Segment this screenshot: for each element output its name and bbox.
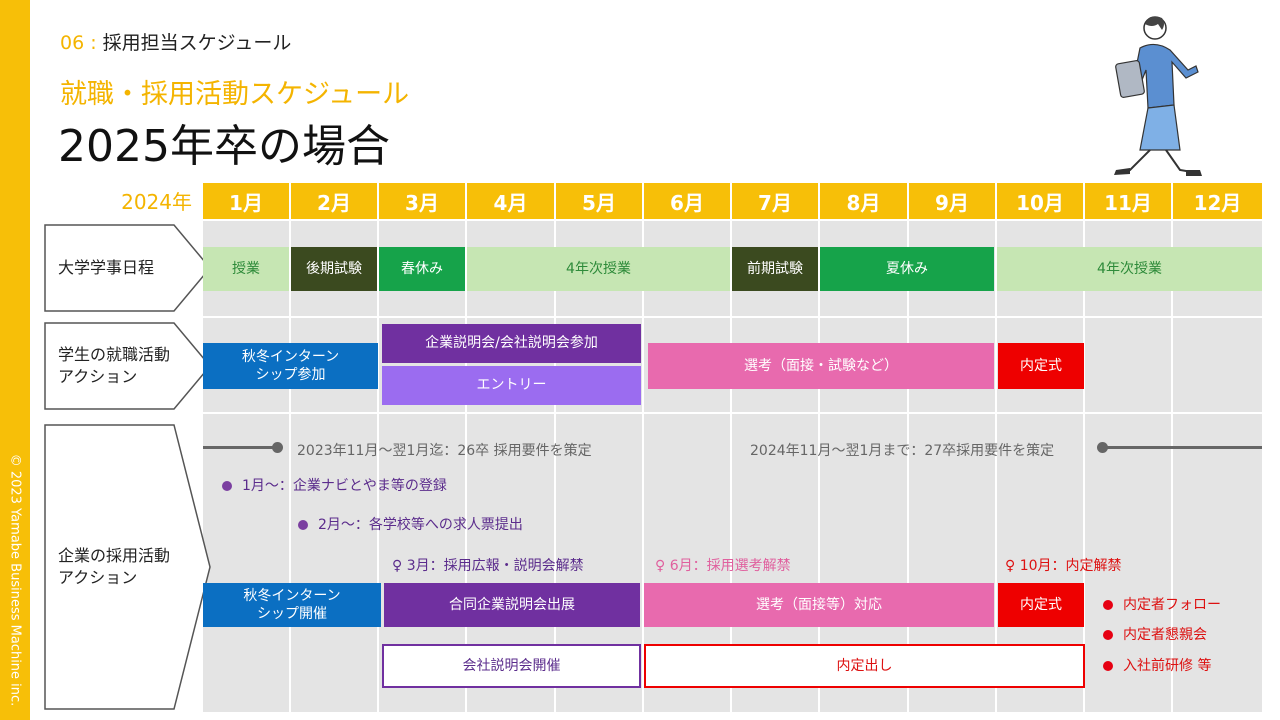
page-subtitle: 就職・採用活動スケジュール [60,79,410,110]
row-label-line2: アクション [58,367,138,386]
pin-june: ♀ 6月：採用選考解禁 [655,555,791,575]
month-jul: 7月 [732,183,818,219]
pin-icon: ♀ [1005,558,1016,574]
pin-icon: ♀ [392,558,403,574]
navi-text: 1月～：企業ナビとやま等の登録 [242,478,447,494]
sidebar-accent: © 2023 Yamabe Business Machine inc. [0,0,30,720]
month-jan: 1月 [203,183,289,219]
navi-note: 1月～：企業ナビとやま等の登録 [222,475,447,495]
row-label-line1: 企業の採用活動 [58,546,171,566]
month-oct: 10月 [997,183,1083,219]
followup-text: 内定者懇親会 [1123,627,1207,643]
company-selection-bar: 選考（面接等）対応 [644,583,994,627]
requirements-2024: 2024年11月～翌1月まで：27卒採用要件を策定 [750,443,1055,459]
student-internship-bar: 秋冬インターン シップ参加 [203,343,378,389]
bar-text-line2: シップ開催 [257,606,327,622]
company-fair-bar: 合同企業説明会出展 [384,583,640,627]
month-may: 5月 [556,183,642,219]
bullet-dot [222,481,232,491]
academic-bars: 授業 後期試験 春休み 4年次授業 前期試験 夏休み 4年次授業 [203,247,1262,291]
row-label-academic: 大学学事日程 [44,224,214,312]
academic-bar: 前期試験 [732,247,818,291]
bar-text-line1: 秋冬インターン [241,348,340,365]
grid-line [995,219,997,712]
requirements-line-2024 [1105,446,1262,449]
bar-text-line2: シップ参加 [255,367,326,383]
company-briefing-bar: 会社説明会開催 [382,644,641,688]
copyright: © 2023 Yamabe Business Machine inc. [7,453,23,707]
month-aug: 8月 [820,183,907,219]
section-label: 06 : 採用担当スケジュール [60,28,291,55]
page-title: 2025年卒の場合 [58,121,390,172]
grid-line [818,219,820,712]
grid-line [642,219,644,712]
section-title: 採用担当スケジュール [102,32,292,54]
student-briefing-bar: 企業説明会/会社説明会参加 [382,324,641,363]
row-label-text: 大学学事日程 [58,258,155,278]
grid-line [907,219,909,712]
grid-line [465,219,467,712]
requirements-2023: 2023年11月～翌1月迄：26卒 採用要件を策定 [297,443,592,459]
bullet-dot [298,520,308,530]
bullet-dot [1103,600,1113,610]
row-label-student: 学生の就職活動 アクション [44,322,214,410]
grid-line [377,219,379,712]
month-feb: 2月 [291,183,377,219]
school-text: 2月～：各学校等への求人票提出 [318,517,523,533]
year-label: 2024年 [121,190,192,214]
academic-bar: 4年次授業 [997,247,1262,291]
pin-oct-text: 10月：内定解禁 [1019,558,1122,574]
month-sep: 9月 [909,183,995,219]
followup-item: 入社前研修 等 [1103,655,1211,675]
academic-bar: 4年次授業 [467,247,730,291]
row-label-line2: アクション [58,568,138,587]
student-selection-bar: 選考（面接・試験など） [648,343,994,389]
row-label-company: 企業の採用活動 アクション [44,424,214,710]
academic-bar: 春休み [379,247,465,291]
followup-item: 内定者懇親会 [1103,624,1207,644]
pin-march: ♀ 3月：採用広報・説明会解禁 [392,555,584,575]
month-jun: 6月 [644,183,730,219]
followup-text: 内定者フォロー [1123,597,1221,613]
followup-item: 内定者フォロー [1103,594,1221,614]
month-nov: 11月 [1085,183,1171,219]
month-dec: 12月 [1173,183,1262,219]
pin-october: ♀ 10月：内定解禁 [1005,555,1122,575]
pin-march-text: 3月：採用広報・説明会解禁 [406,558,584,574]
bullet-dot [1103,661,1113,671]
school-note: 2月～：各学校等への求人票提出 [298,514,523,534]
academic-bar: 夏休み [820,247,994,291]
month-apr: 4月 [467,183,554,219]
requirements-line-2023 [203,446,273,449]
month-mar: 3月 [379,183,465,219]
timeline-dot [272,442,283,453]
followup-text: 入社前研修 等 [1123,658,1212,674]
company-offers-bar: 内定出し [644,644,1085,688]
pin-june-text: 6月：採用選考解禁 [669,558,791,574]
academic-bar: 授業 [203,247,289,291]
student-ceremony-bar: 内定式 [998,343,1084,389]
businesswoman-illustration [1114,16,1202,176]
section-number: 06 : [60,32,97,54]
student-entry-bar: エントリー [382,366,641,405]
academic-bar: 後期試験 [291,247,377,291]
bar-text-line1: 秋冬インターン [243,587,341,604]
grid-line [289,219,291,712]
grid-line [554,219,556,712]
pin-icon: ♀ [655,558,666,574]
grid-line [730,219,732,712]
company-ceremony-bar: 内定式 [998,583,1084,627]
grid-line [1083,219,1085,712]
company-internship-bar: 秋冬インターン シップ開催 [203,583,381,627]
bullet-dot [1103,630,1113,640]
row-label-line1: 学生の就職活動 [58,345,171,365]
